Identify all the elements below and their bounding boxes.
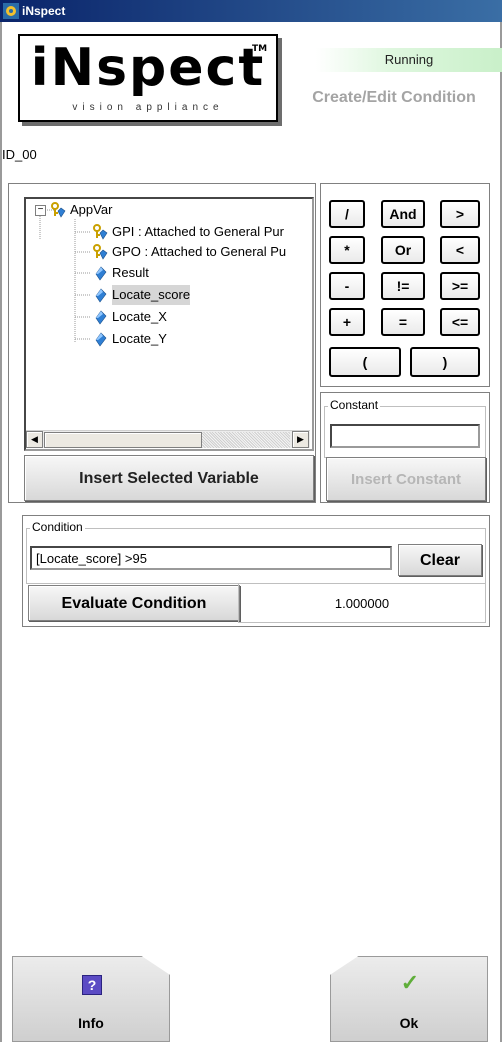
tree-item-label: Locate_X xyxy=(112,309,167,324)
key-gem-icon xyxy=(93,224,108,240)
operator-multiply-button[interactable]: * xyxy=(329,236,365,264)
gem-icon xyxy=(95,288,107,303)
info-button[interactable]: ? Info xyxy=(12,956,170,1042)
info-label: Info xyxy=(78,1015,104,1031)
ok-label: Ok xyxy=(399,1015,419,1031)
title-bar: iNspect xyxy=(0,0,502,22)
condition-legend: Condition xyxy=(30,520,85,534)
evaluation-result: 1.000000 xyxy=(238,583,486,623)
scroll-left-icon[interactable]: ◀ xyxy=(26,431,43,448)
clear-button[interactable]: Clear xyxy=(398,544,482,576)
variable-tree[interactable]: − AppVar GPI : Attached to General Pur GPO… xyxy=(24,197,314,451)
insert-selected-variable-button[interactable]: Insert Selected Variable xyxy=(24,455,314,501)
help-icon: ? xyxy=(82,975,102,995)
window-title: iNspect xyxy=(22,4,66,18)
condition-id: ID_00 xyxy=(2,147,37,162)
ok-button[interactable]: ✓ Ok xyxy=(330,956,488,1042)
operator-greater-or-equal-button[interactable]: >= xyxy=(440,272,480,300)
gem-icon xyxy=(95,310,107,325)
condition-input[interactable] xyxy=(30,546,392,570)
operator-minus-button[interactable]: - xyxy=(329,272,365,300)
operator-plus-button[interactable]: + xyxy=(329,308,365,336)
collapse-icon[interactable]: − xyxy=(35,205,46,216)
gem-icon xyxy=(95,332,107,347)
tree-horizontal-scrollbar[interactable]: ◀ ▶ xyxy=(26,430,310,448)
logo-word: iNspect xyxy=(30,38,266,98)
operator-greater-than-button[interactable]: > xyxy=(440,200,480,228)
scroll-right-icon[interactable]: ▶ xyxy=(292,431,309,448)
operator-less-or-equal-button[interactable]: <= xyxy=(440,308,480,336)
tree-item-label: Result xyxy=(112,265,149,280)
operator-and-button[interactable]: And xyxy=(381,200,425,228)
status-indicator: Running xyxy=(316,48,502,72)
tree-item-label: Locate_score xyxy=(112,285,191,305)
logo-trademark: TM xyxy=(252,44,268,54)
insert-constant-button[interactable]: Insert Constant xyxy=(326,457,486,501)
evaluate-condition-button[interactable]: Evaluate Condition xyxy=(28,585,240,621)
constant-input[interactable] xyxy=(330,424,480,448)
tree-item-label: AppVar xyxy=(70,202,113,217)
operator-close-paren-button[interactable]: ) xyxy=(410,347,480,377)
app-icon xyxy=(3,3,19,19)
operator-less-than-button[interactable]: < xyxy=(440,236,480,264)
logo-subtitle: vision appliance xyxy=(72,102,224,113)
operator-open-paren-button[interactable]: ( xyxy=(329,347,401,377)
page-title: Create/Edit Condition xyxy=(312,89,476,106)
constant-legend: Constant xyxy=(328,398,381,412)
operator-or-button[interactable]: Or xyxy=(381,236,425,264)
tree-item-label: Locate_Y xyxy=(112,331,167,346)
key-gem-icon xyxy=(93,244,108,260)
tree-item-label: GPO : Attached to General Pu xyxy=(112,244,287,259)
operator-divide-button[interactable]: / xyxy=(329,200,365,228)
scroll-thumb[interactable] xyxy=(44,432,202,448)
tree-item-label: GPI : Attached to General Pur xyxy=(112,224,284,239)
scroll-track[interactable] xyxy=(202,432,290,448)
gem-icon xyxy=(95,266,107,281)
key-gem-icon xyxy=(51,202,66,218)
checkmark-icon: ✓ xyxy=(400,970,420,995)
operator-not-equal-button[interactable]: != xyxy=(381,272,425,300)
inspect-logo: iNspect TM vision appliance xyxy=(18,34,278,122)
operator-equal-button[interactable]: = xyxy=(381,308,425,336)
